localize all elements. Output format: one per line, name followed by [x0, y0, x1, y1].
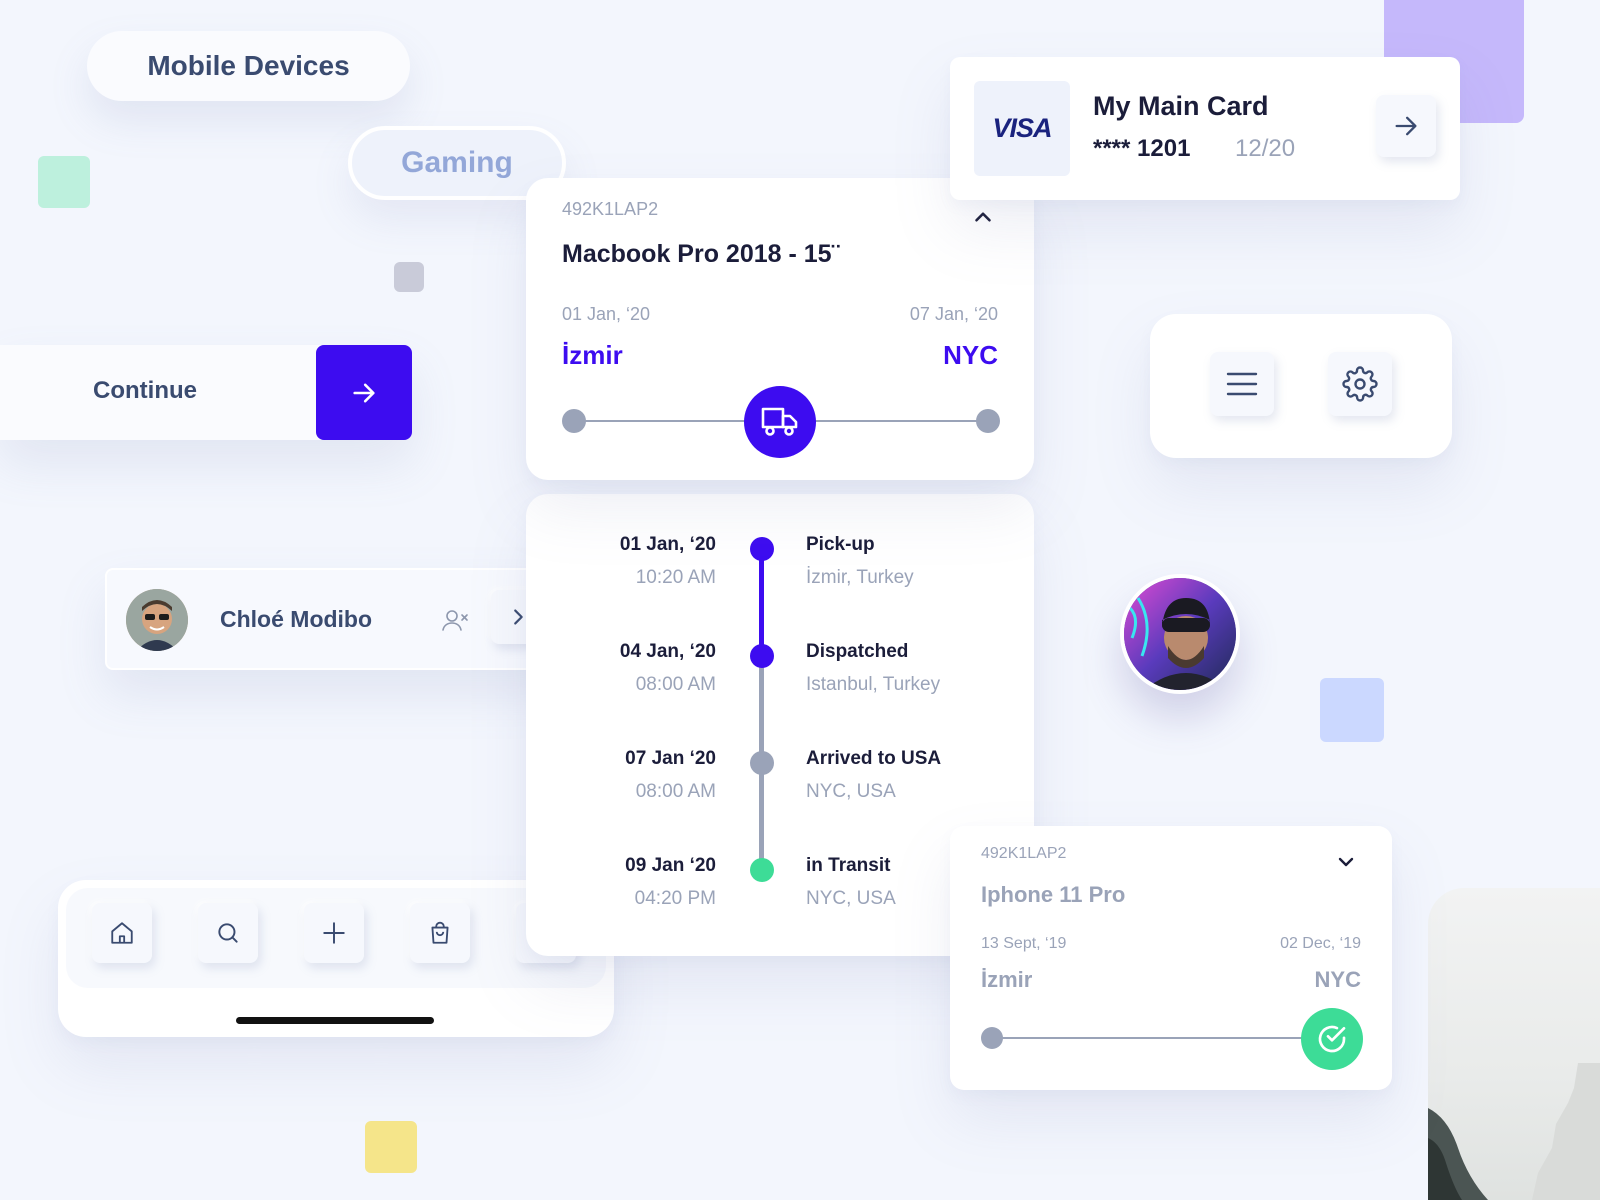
timeline-time: 08:00 AM — [635, 781, 716, 802]
timeline-date: 09 Jan ‘20 — [625, 855, 716, 876]
timeline-dot — [750, 537, 774, 561]
origin-city: İzmir — [562, 340, 623, 370]
timeline-dot — [750, 858, 774, 882]
route-start-dot — [981, 1027, 1003, 1049]
timeline-segment — [759, 763, 764, 870]
timeline-status: Arrived to USA — [806, 748, 942, 769]
timeline-time: 08:00 AM — [635, 674, 716, 695]
destination-city: NYC — [943, 340, 998, 370]
shipment-code: 492K1LAP2 — [562, 199, 659, 219]
card-open-button[interactable] — [1376, 95, 1436, 157]
photo-tile — [1428, 888, 1600, 1200]
remove-user-icon[interactable] — [442, 608, 470, 632]
product-name: Macbook Pro 2018 - 15¨ — [562, 240, 840, 268]
arrow-right-icon — [350, 379, 378, 407]
home-indicator — [236, 1017, 434, 1024]
shipment-card-main[interactable]: 492K1LAP2 Macbook Pro 2018 - 15¨ 01 Jan,… — [526, 178, 1034, 480]
plus-icon — [321, 920, 347, 946]
gear-icon — [1342, 366, 1378, 402]
check-circle-icon — [1316, 1023, 1348, 1055]
continue-arrow-button[interactable] — [316, 345, 412, 440]
start-date: 01 Jan, ‘20 — [562, 304, 651, 324]
continue-bar[interactable]: Continue — [0, 345, 412, 440]
decor-square-gray — [394, 262, 424, 292]
nav-home-button[interactable] — [92, 903, 152, 963]
route-progress-marker — [1301, 1008, 1363, 1070]
menu-settings-widget — [1150, 314, 1452, 458]
chevron-down-icon[interactable] — [1334, 850, 1358, 874]
arrow-right-icon — [1392, 112, 1420, 140]
timeline-dot — [750, 751, 774, 775]
visa-logo: VISA — [974, 81, 1070, 176]
decor-square-mint — [38, 156, 90, 208]
origin-city: İzmir — [981, 967, 1033, 992]
card-expiry: 12/20 — [1235, 135, 1296, 162]
user-row[interactable]: Chloé Modibo — [105, 568, 567, 670]
shipment-code: 492K1LAP2 — [981, 845, 1067, 862]
decor-square-blue — [1320, 678, 1384, 742]
start-date: 13 Sept, ‘19 — [981, 935, 1067, 952]
settings-button[interactable] — [1328, 352, 1392, 416]
home-icon — [109, 920, 135, 946]
shipment-card-secondary[interactable]: 492K1LAP2 Iphone 11 Pro 13 Sept, ‘19 02 … — [950, 826, 1392, 1090]
route-end-dot — [976, 409, 1000, 433]
timeline-location: İzmir, Turkey — [806, 567, 914, 588]
timeline-date: 04 Jan, ‘20 — [619, 641, 716, 662]
card-title: My Main Card — [1093, 91, 1269, 121]
avatar — [126, 589, 188, 651]
timeline-time: 04:20 PM — [634, 888, 716, 909]
timeline-segment — [759, 549, 764, 656]
timeline-segment — [759, 656, 764, 763]
hamburger-menu-icon — [1226, 371, 1258, 397]
timeline-date: 07 Jan ‘20 — [625, 748, 716, 769]
user-name: Chloé Modibo — [220, 606, 373, 632]
timeline-location: NYC, USA — [806, 888, 896, 909]
route-line — [992, 1037, 1332, 1039]
timeline-dot — [750, 644, 774, 668]
nav-search-button[interactable] — [198, 903, 258, 963]
chip-mobile-devices[interactable]: Mobile Devices — [87, 31, 410, 101]
timeline-date: 01 Jan, ‘20 — [619, 534, 716, 555]
nav-add-button[interactable] — [304, 903, 364, 963]
product-name: Iphone 11 Pro — [981, 882, 1126, 907]
profile-avatar-large[interactable] — [1120, 574, 1240, 694]
payment-card-widget[interactable]: VISA My Main Card **** 1201 12/20 — [950, 57, 1460, 200]
decor-square-yellow — [365, 1121, 417, 1173]
search-icon — [215, 920, 241, 946]
menu-button[interactable] — [1210, 352, 1274, 416]
end-date: 07 Jan, ‘20 — [909, 304, 998, 324]
timeline-status: Pick-up — [806, 534, 875, 555]
timeline-status: Dispatched — [806, 641, 909, 662]
timeline-time: 10:20 AM — [635, 567, 716, 588]
route-progress-marker — [744, 386, 816, 458]
timeline-status: in Transit — [806, 855, 891, 876]
nav-bag-button[interactable] — [410, 903, 470, 963]
chevron-up-icon[interactable] — [970, 204, 996, 230]
end-date: 02 Dec, ‘19 — [1280, 935, 1361, 952]
card-number: **** 1201 — [1093, 135, 1191, 162]
timeline-location: NYC, USA — [806, 781, 896, 802]
destination-city: NYC — [1314, 967, 1361, 992]
route-start-dot — [562, 409, 586, 433]
bag-icon — [427, 920, 453, 946]
truck-icon — [761, 405, 799, 439]
timeline-location: Istanbul, Turkey — [806, 674, 941, 695]
continue-label: Continue — [93, 377, 197, 404]
